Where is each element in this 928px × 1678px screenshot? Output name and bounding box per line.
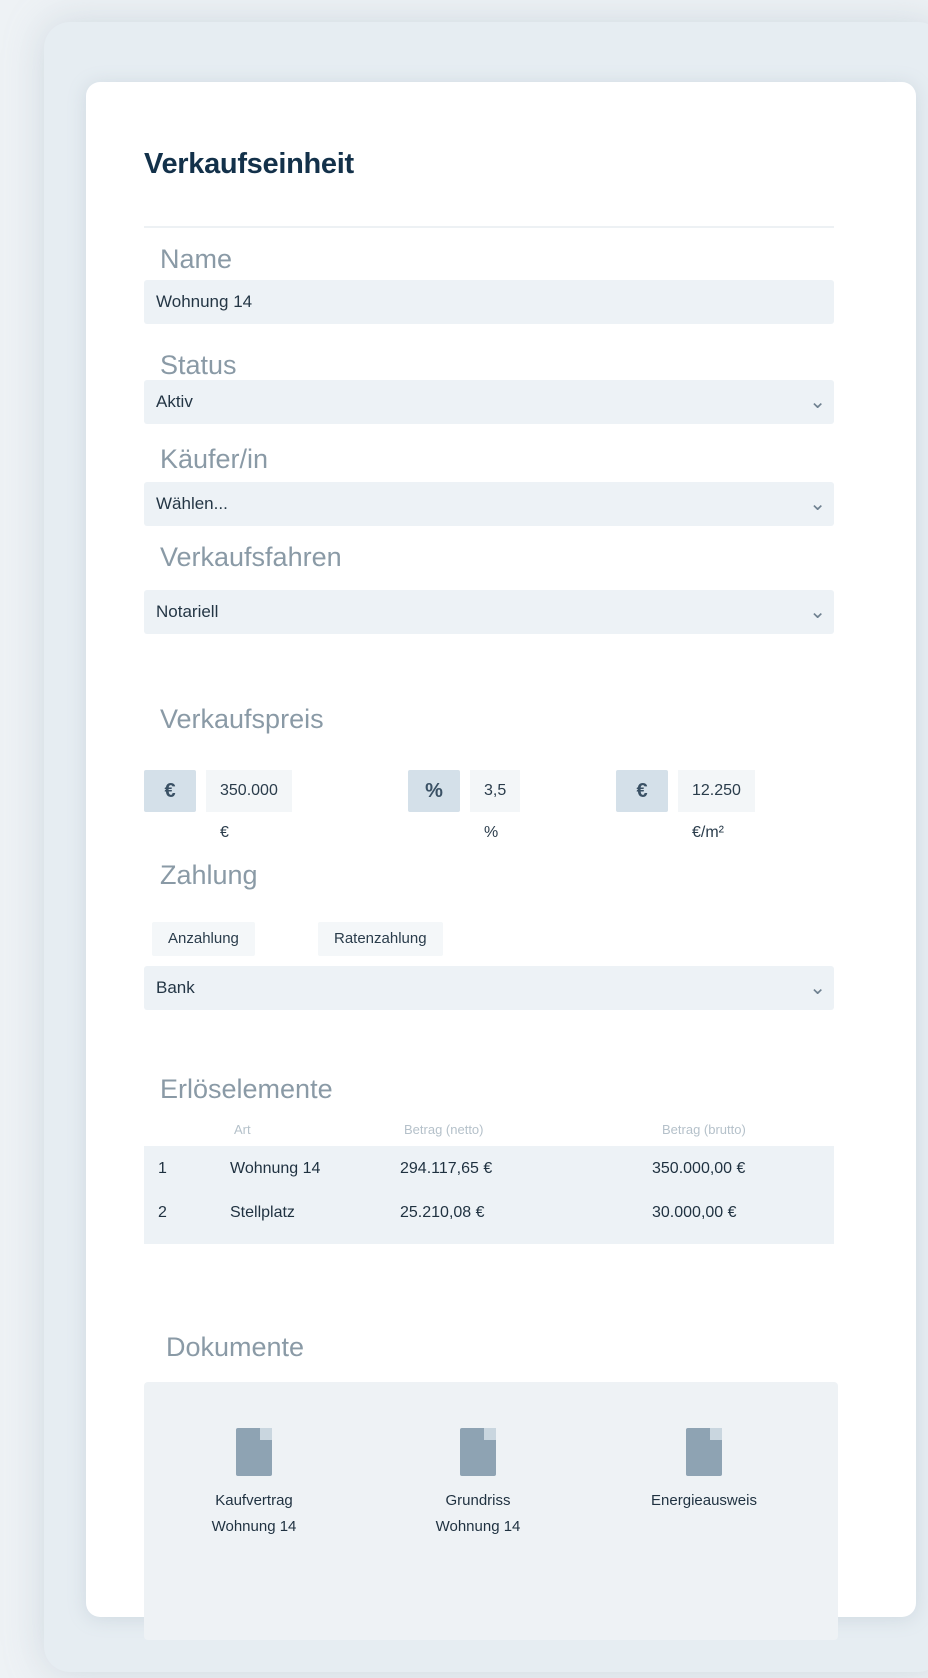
file-icon	[460, 1428, 496, 1476]
title-divider	[144, 226, 834, 228]
percent-icon: %	[408, 770, 460, 812]
payment-chip-anzahlung[interactable]: Anzahlung	[152, 922, 255, 956]
revenue-row-2-netto: 25.210,08 €	[400, 1204, 485, 1221]
chevron-down-icon: ⌄	[809, 977, 826, 999]
euro-icon: €	[144, 770, 196, 812]
chevron-down-icon: ⌄	[809, 601, 826, 623]
status-label: Status	[160, 350, 237, 380]
payment-label: Zahlung	[160, 860, 258, 890]
name-value: Wohnung 14	[156, 292, 253, 311]
document-name-line2: Wohnung 14	[211, 1518, 297, 1535]
document-item[interactable]: Grundriss Wohnung 14	[388, 1428, 568, 1540]
revenue-row-2-art: Stellplatz	[230, 1204, 295, 1221]
payment-chip-ratenzahlung[interactable]: Ratenzahlung	[318, 922, 443, 956]
buyer-label: Käufer/in	[160, 444, 269, 474]
payment-select[interactable]: Bank ⌄	[144, 966, 834, 1010]
document-item[interactable]: Kaufvertrag Wohnung 14	[164, 1428, 344, 1540]
revenue-header-netto: Betrag (netto)	[404, 1122, 484, 1137]
revenue-row-2-num: 2	[158, 1204, 167, 1221]
revenue-row-1-art: Wohnung 14	[230, 1160, 321, 1177]
documents-label: Dokumente	[166, 1332, 305, 1362]
price-row: € 350.000 € % 3,5 % € 12.250 €/m²	[144, 770, 834, 841]
name-field[interactable]: Wohnung 14	[144, 280, 834, 324]
price-sqm-value: 12.250 €/m²	[678, 770, 755, 841]
revenue-row-1-brutto: 350.000,00 €	[652, 1160, 746, 1177]
revenue-table: 1 Wohnung 14 294.117,65 € 350.000,00 € 2…	[144, 1146, 834, 1244]
revenue-label: Erlöselemente	[160, 1074, 333, 1104]
euro-icon: €	[616, 770, 668, 812]
revenue-header-brutto: Betrag (brutto)	[662, 1122, 746, 1137]
document-name-line1: Kaufvertrag	[215, 1492, 293, 1509]
revenue-row-2-brutto: 30.000,00 €	[652, 1204, 737, 1221]
file-icon	[236, 1428, 272, 1476]
procedure-label: Verkaufsfahren	[160, 542, 342, 572]
price-percent-value: 3,5 %	[470, 770, 521, 841]
buyer-select[interactable]: Wählen... ⌄	[144, 482, 834, 526]
document-name-line1: Grundriss	[445, 1492, 511, 1509]
chevron-down-icon: ⌄	[809, 391, 826, 413]
chevron-down-icon: ⌄	[809, 493, 826, 515]
file-icon	[686, 1428, 722, 1476]
documents-panel: Kaufvertrag Wohnung 14 Grundriss Wohnung…	[144, 1382, 838, 1640]
procedure-value: Notariell	[156, 602, 219, 621]
sales-unit-card: Verkaufseinheit Name Wohnung 14 Status A…	[86, 82, 916, 1640]
status-select[interactable]: Aktiv ⌄	[144, 380, 834, 424]
price-total-value: 350.000 €	[206, 770, 292, 841]
payment-value: Bank	[156, 978, 195, 997]
card-title: Verkaufseinheit	[144, 148, 354, 180]
revenue-header-art: Art	[234, 1122, 251, 1137]
revenue-row-1-num: 1	[158, 1160, 167, 1177]
revenue-row-1-netto: 294.117,65 €	[400, 1160, 493, 1177]
document-item[interactable]: Energieausweis	[614, 1428, 794, 1514]
buyer-value: Wählen...	[156, 494, 228, 513]
document-name-line1: Energieausweis	[651, 1492, 757, 1509]
name-label: Name	[160, 244, 233, 274]
document-name-line2: Wohnung 14	[435, 1518, 521, 1535]
price-label: Verkaufspreis	[160, 704, 324, 734]
procedure-select[interactable]: Notariell ⌄	[144, 590, 834, 634]
status-value: Aktiv	[156, 392, 193, 411]
